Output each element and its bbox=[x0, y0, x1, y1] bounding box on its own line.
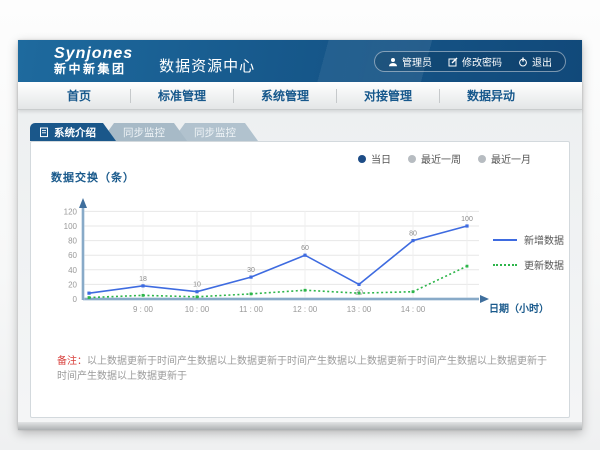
app-window: Synjones 新中新集团 数据资源中心 管理员修改密码退出 首页标准管理系统… bbox=[18, 40, 582, 430]
x-tick-label: 12 : 00 bbox=[293, 305, 318, 314]
data-point bbox=[196, 295, 199, 298]
content-area: 系统介绍 同步监控 同步监控 当日 最近一周 最近一月 数据交换（条） 0 20 40 60 8… bbox=[18, 110, 582, 422]
window-footer-edge bbox=[18, 422, 582, 430]
y-tick-label: 40 bbox=[68, 266, 77, 275]
user-menu-item-2[interactable]: 退出 bbox=[518, 54, 552, 69]
radio-icon bbox=[478, 155, 486, 163]
data-point bbox=[142, 294, 145, 297]
x-tick-label: 10 : 00 bbox=[185, 305, 210, 314]
power-icon bbox=[518, 57, 528, 67]
data-point-label: 100 bbox=[461, 216, 473, 223]
range-filter-0[interactable]: 当日 bbox=[358, 151, 391, 166]
series-legend: 新增数据更新数据 bbox=[493, 232, 564, 282]
radio-icon bbox=[408, 155, 416, 163]
data-point bbox=[250, 292, 253, 295]
y-axis-title: 数据交换（条） bbox=[51, 169, 135, 185]
brand-logo: Synjones 新中新集团 bbox=[54, 46, 133, 75]
tab-label: 系统介绍 bbox=[54, 125, 96, 140]
range-filter-2[interactable]: 最近一月 bbox=[478, 151, 531, 166]
user-menu-label: 管理员 bbox=[402, 54, 432, 69]
logo-title: Synjones bbox=[54, 46, 133, 63]
data-point bbox=[195, 290, 198, 293]
legend-label: 更新数据 bbox=[524, 257, 564, 272]
x-tick-label: 11 : 00 bbox=[239, 305, 263, 314]
nav-item-1[interactable]: 标准管理 bbox=[131, 87, 233, 104]
y-tick-label: 100 bbox=[64, 222, 78, 231]
note-label: 备注： bbox=[57, 356, 87, 367]
data-point-label: 18 bbox=[139, 276, 147, 283]
main-nav: 首页标准管理系统管理对接管理数据异动 bbox=[18, 82, 582, 110]
range-filter-1[interactable]: 最近一周 bbox=[408, 151, 461, 166]
legend-item-0[interactable]: 新增数据 bbox=[493, 232, 564, 247]
y-tick-label: 120 bbox=[64, 207, 78, 216]
nav-item-4[interactable]: 数据异动 bbox=[440, 87, 542, 104]
nav-item-0[interactable]: 首页 bbox=[28, 87, 130, 104]
tab-label: 同步监控 bbox=[194, 125, 236, 140]
exchange-chart: 0 20 40 60 80 100 120 9 : 00 10 : 00 11 : 00 12 : … bbox=[39, 188, 554, 328]
y-tick-label: 60 bbox=[68, 251, 77, 260]
solid-line-sample-icon bbox=[493, 239, 517, 241]
x-tick-label: 9 : 00 bbox=[133, 305, 154, 314]
y-tick-label: 20 bbox=[68, 280, 77, 289]
user-icon bbox=[388, 57, 398, 67]
footer-note: 备注：以上数据更新于时间产生数据以上数据更新于时间产生数据以上数据更新于时间产生… bbox=[57, 354, 555, 384]
data-point bbox=[411, 239, 414, 242]
radio-selected-icon bbox=[358, 155, 366, 163]
data-point-label: 10 bbox=[193, 282, 201, 289]
nav-item-3[interactable]: 对接管理 bbox=[337, 87, 439, 104]
x-axis-arrow-icon bbox=[480, 295, 489, 303]
y-axis-arrow-icon bbox=[79, 198, 87, 208]
tab-0[interactable]: 系统介绍 bbox=[30, 123, 116, 141]
data-point bbox=[88, 296, 91, 299]
data-point-label: 80 bbox=[409, 231, 417, 238]
page-title: 数据资源中心 bbox=[159, 55, 255, 76]
legend-item-1[interactable]: 更新数据 bbox=[493, 257, 564, 272]
user-menu-item-1[interactable]: 修改密码 bbox=[448, 54, 502, 69]
data-point bbox=[87, 292, 90, 295]
y-tick-label: 0 bbox=[73, 295, 78, 304]
data-point-label: 60 bbox=[301, 245, 309, 252]
note-text: 以上数据更新于时间产生数据以上数据更新于时间产生数据以上数据更新于时间产生数据以… bbox=[57, 356, 547, 382]
x-axis-title: 日期（小时） bbox=[489, 302, 549, 315]
data-point bbox=[412, 290, 415, 293]
app-header: Synjones 新中新集团 数据资源中心 管理员 修改密码 退出 bbox=[18, 40, 582, 82]
range-filter-label: 最近一周 bbox=[421, 151, 461, 166]
user-menu-label: 修改密码 bbox=[462, 54, 502, 69]
range-filter-label: 当日 bbox=[371, 151, 391, 166]
tab-label: 同步监控 bbox=[123, 125, 165, 140]
x-tick-label: 13 : 00 bbox=[347, 305, 372, 314]
data-point bbox=[249, 276, 252, 279]
y-tick-label: 80 bbox=[68, 237, 77, 246]
logo-subtitle: 新中新集团 bbox=[54, 63, 133, 76]
user-menu-item-0[interactable]: 管理员 bbox=[388, 54, 432, 69]
tab-bar: 系统介绍 同步监控 同步监控 bbox=[30, 123, 258, 141]
nav-item-2[interactable]: 系统管理 bbox=[234, 87, 336, 104]
data-point bbox=[357, 283, 360, 286]
legend-label: 新增数据 bbox=[524, 232, 564, 247]
user-menu-label: 退出 bbox=[532, 54, 552, 69]
data-point bbox=[358, 292, 361, 295]
range-filter-label: 最近一月 bbox=[491, 151, 531, 166]
dotted-line-sample-icon bbox=[493, 264, 517, 266]
data-point-label: 30 bbox=[247, 267, 255, 274]
user-menu: 管理员 修改密码 退出 bbox=[374, 51, 566, 72]
data-point bbox=[304, 289, 307, 292]
range-filters: 当日 最近一周 最近一月 bbox=[358, 151, 531, 166]
document-icon bbox=[39, 127, 49, 138]
data-point bbox=[303, 254, 306, 257]
data-point bbox=[466, 265, 469, 268]
edit-icon bbox=[448, 57, 458, 67]
data-point bbox=[465, 224, 468, 227]
data-point bbox=[141, 284, 144, 287]
x-tick-label: 14 : 00 bbox=[401, 305, 426, 314]
chart-panel: 当日 最近一周 最近一月 数据交换（条） 0 20 40 60 80 100 120 9 : 00… bbox=[30, 141, 570, 418]
